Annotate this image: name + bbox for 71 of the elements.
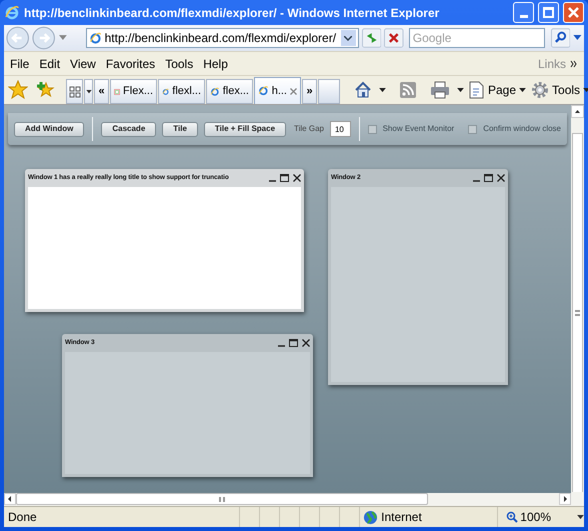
close-icon[interactable] bbox=[497, 174, 505, 182]
dropdown-icon bbox=[86, 90, 92, 94]
dropdown-icon[interactable] bbox=[344, 36, 352, 41]
zoom-level[interactable]: 100% bbox=[520, 508, 551, 526]
menu-item[interactable]: Help bbox=[203, 54, 228, 73]
window-title: http://benclinkinbeard.com/flexmdi/explorer/ - Windows Internet Explorer bbox=[24, 4, 440, 22]
horizontal-scrollbar[interactable] bbox=[4, 492, 584, 506]
checkbox-label: Show Event Monitor bbox=[382, 123, 454, 136]
tile-gap-label: Tile Gap bbox=[294, 123, 324, 136]
dropdown-icon[interactable] bbox=[577, 514, 584, 520]
browser-tab[interactable]: Flex... bbox=[110, 79, 157, 104]
close-icon[interactable] bbox=[302, 339, 310, 348]
tab-list-button[interactable] bbox=[84, 79, 93, 104]
search-field[interactable]: Google bbox=[408, 28, 545, 48]
zone-label: Internet bbox=[381, 509, 422, 526]
checkbox[interactable] bbox=[468, 124, 478, 134]
menu-item[interactable]: Edit bbox=[39, 54, 60, 73]
zoom-icon[interactable] bbox=[506, 511, 518, 524]
maximize-button[interactable] bbox=[538, 2, 559, 24]
menu-item[interactable]: Tools bbox=[165, 54, 194, 73]
dropdown-icon[interactable] bbox=[379, 88, 386, 93]
page-icon bbox=[88, 32, 102, 45]
close-icon bbox=[568, 7, 579, 18]
checkbox-label: Confirm window close bbox=[483, 123, 561, 136]
chevron-icon[interactable] bbox=[570, 60, 578, 68]
close-icon[interactable] bbox=[293, 174, 301, 182]
tile-gap-field[interactable]: 10 bbox=[330, 121, 351, 138]
close-tab-icon[interactable] bbox=[290, 88, 297, 95]
menu-item[interactable]: File bbox=[10, 54, 30, 73]
globe-icon bbox=[363, 510, 378, 525]
close-button[interactable] bbox=[563, 2, 584, 24]
address-field[interactable]: http://benclinkinbeard.com/flexmdi/explorer/ bbox=[86, 28, 359, 48]
feed-icon[interactable] bbox=[399, 81, 417, 100]
printer-icon[interactable] bbox=[430, 81, 450, 100]
checkbox[interactable] bbox=[368, 124, 377, 134]
command-menu[interactable]: Page bbox=[488, 81, 516, 100]
home-icon[interactable] bbox=[354, 81, 372, 100]
browser-logo-icon bbox=[4, 4, 20, 21]
command-menu[interactable]: Tools bbox=[552, 81, 580, 100]
dropdown-icon[interactable] bbox=[457, 88, 464, 93]
maximize-icon[interactable] bbox=[289, 339, 298, 348]
maximize-icon[interactable] bbox=[484, 174, 493, 182]
menu-item[interactable]: View bbox=[70, 54, 96, 73]
browser-tab[interactable]: flex... bbox=[206, 79, 253, 104]
menu-item[interactable]: Favorites bbox=[106, 54, 156, 73]
scroll-right-icon[interactable] bbox=[559, 493, 571, 506]
browser-tab[interactable]: flexl... bbox=[158, 79, 205, 104]
scroll-tabs-right-button[interactable]: » bbox=[302, 79, 317, 104]
minimize-button[interactable] bbox=[513, 2, 534, 24]
maximize-icon[interactable] bbox=[280, 174, 289, 182]
grid-icon bbox=[68, 86, 80, 98]
settings-icon[interactable] bbox=[531, 81, 550, 100]
stop-button[interactable] bbox=[384, 28, 404, 48]
vertical-scrollbar[interactable] bbox=[571, 105, 584, 494]
toolbar-button[interactable]: Tile + Fill Space bbox=[204, 122, 286, 137]
browser-tab[interactable]: h... bbox=[254, 77, 301, 104]
quick-tabs-button[interactable] bbox=[66, 79, 83, 104]
refresh-button[interactable] bbox=[362, 28, 382, 48]
dropdown-icon[interactable] bbox=[519, 88, 526, 93]
search-button[interactable] bbox=[550, 28, 570, 48]
page-icon[interactable] bbox=[469, 81, 485, 100]
scroll-up-icon[interactable] bbox=[571, 105, 584, 118]
toolbar-button[interactable]: Add Window bbox=[14, 122, 84, 137]
status-text: Done bbox=[7, 509, 38, 526]
toolbar-button[interactable]: Tile bbox=[162, 122, 198, 137]
toolbar-button[interactable]: Cascade bbox=[101, 122, 156, 137]
scroll-tabs-left-button[interactable]: « bbox=[94, 79, 109, 104]
star-icon[interactable] bbox=[8, 80, 28, 100]
scroll-left-icon[interactable] bbox=[4, 493, 16, 506]
page-icon bbox=[210, 86, 220, 98]
page-icon bbox=[258, 85, 269, 98]
